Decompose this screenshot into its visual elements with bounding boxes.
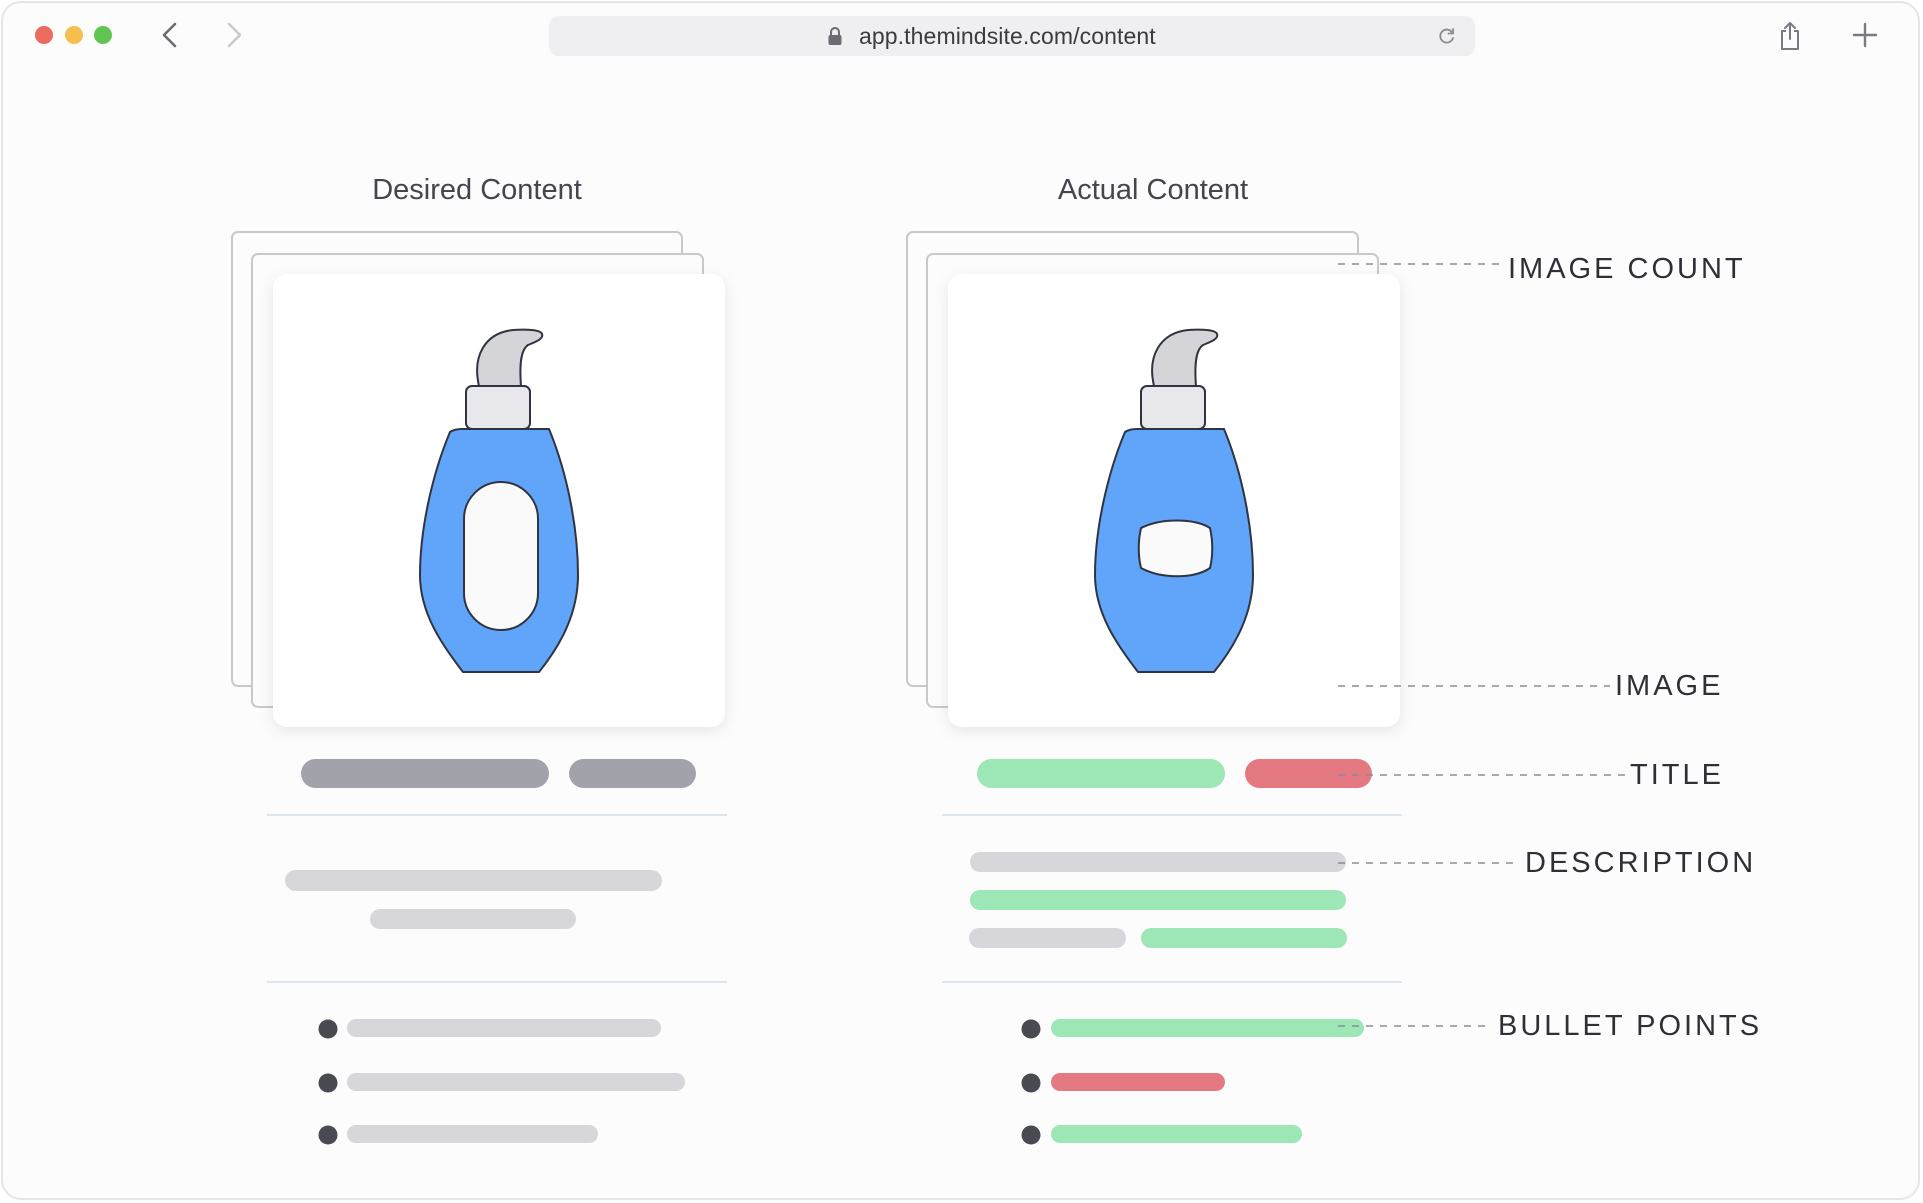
bullet-dot xyxy=(318,1073,338,1093)
desired-bullet-bar xyxy=(347,1019,661,1037)
bullet-dot xyxy=(1021,1073,1041,1093)
actual-description-bars xyxy=(969,852,1347,948)
desired-bullet-points xyxy=(318,1019,685,1145)
actual-description-bar xyxy=(969,928,1126,948)
actual-description-bar-match xyxy=(1141,928,1347,948)
actual-description-bar xyxy=(970,852,1346,872)
desired-title-bars xyxy=(301,759,696,788)
desired-bullet-bar xyxy=(347,1125,598,1143)
actual-title-bar-mismatch xyxy=(1245,759,1372,788)
bullet-dot xyxy=(318,1019,338,1039)
bullet-dot xyxy=(1021,1019,1041,1039)
actual-title-bars xyxy=(977,759,1372,788)
title-label: TITLE xyxy=(1630,759,1724,791)
actual-bullet-bar-match xyxy=(1051,1019,1364,1037)
desired-title-bar xyxy=(569,759,696,788)
desired-description-bars xyxy=(285,870,662,929)
desired-title-bar xyxy=(301,759,549,788)
actual-bullet-points xyxy=(1021,1019,1364,1145)
bullet-dot xyxy=(318,1125,338,1145)
bullet-points-label: BULLET POINTS xyxy=(1498,1010,1763,1042)
desired-description-bar xyxy=(370,909,576,929)
image-count-label: IMAGE COUNT xyxy=(1508,253,1746,285)
desired-bullet-bar xyxy=(347,1073,685,1091)
actual-bullet-bar-mismatch xyxy=(1051,1073,1225,1091)
actual-title-bar-match xyxy=(977,759,1225,788)
actual-description-bar-match xyxy=(970,890,1346,910)
bullet-dot xyxy=(1021,1125,1041,1145)
image-label: IMAGE xyxy=(1615,670,1724,702)
description-label: DESCRIPTION xyxy=(1525,847,1757,879)
desired-description-bar xyxy=(285,870,662,891)
actual-bullet-bar-match xyxy=(1051,1125,1302,1143)
